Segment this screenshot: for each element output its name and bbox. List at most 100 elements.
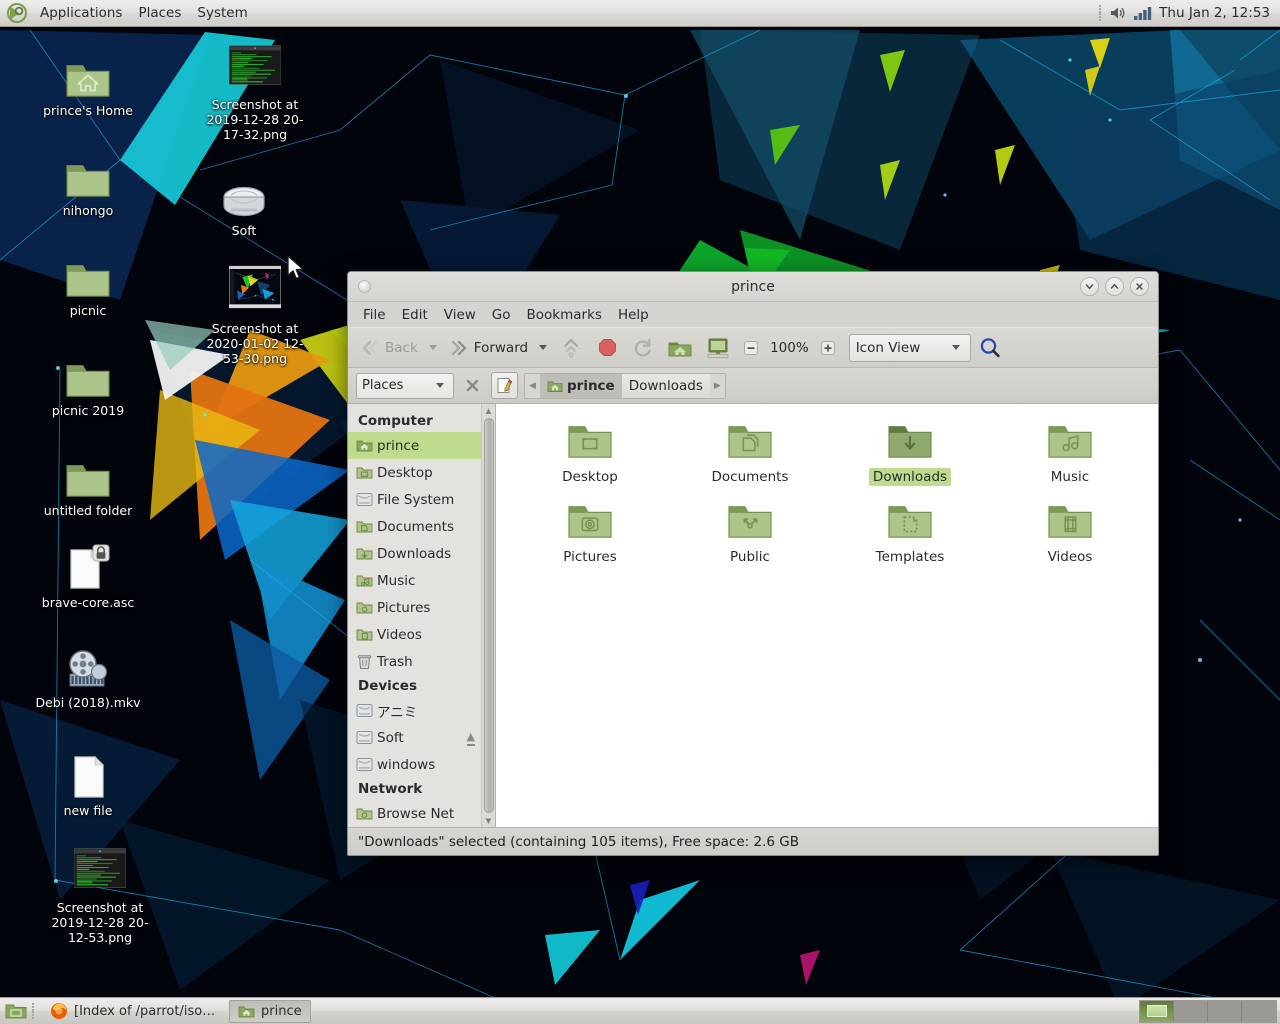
up-arrow-icon[interactable] (553, 333, 589, 363)
desktop-icon[interactable]: picnic 2019 (32, 348, 144, 418)
scrollbar-thumb[interactable] (483, 418, 494, 813)
file-item[interactable]: Music (990, 418, 1150, 498)
file-item[interactable]: Documents (670, 418, 830, 498)
desktop-icon[interactable]: new file (32, 748, 144, 818)
places-select[interactable]: Places (356, 372, 454, 399)
file-item[interactable]: Desktop (510, 418, 670, 498)
location-bar[interactable]: Places ◀ prince Downloads ▶ (348, 368, 1158, 404)
desktop-icon[interactable]: prince's Home (32, 48, 144, 118)
desktop-icon[interactable]: brave-core.asc (32, 540, 144, 610)
workspace[interactable] (1140, 1000, 1174, 1022)
sidebar-item-windows[interactable]: windows (348, 751, 481, 778)
home-icon[interactable] (662, 333, 698, 363)
window-menu-button[interactable] (358, 280, 371, 293)
workspace[interactable] (1174, 1000, 1208, 1022)
menu-bookmarks[interactable]: Bookmarks (520, 305, 609, 325)
desktop-icon[interactable]: picnic (32, 248, 144, 318)
workspace-switcher[interactable] (1139, 999, 1277, 1023)
taskbar-button[interactable]: prince (229, 999, 311, 1023)
file-view[interactable]: Desktop Documents Downloads Music Pictur… (496, 404, 1158, 827)
file-item[interactable]: Pictures (510, 498, 670, 578)
menu-edit[interactable]: Edit (395, 305, 435, 325)
desktop-icon[interactable]: Screenshot at 2019-12-28 20-12-53.png (44, 845, 156, 945)
sidebar-item-file-system[interactable]: File System (348, 486, 481, 513)
clock[interactable]: Thu Jan 2, 12:53 (1159, 5, 1270, 21)
file-item[interactable]: Public (670, 498, 830, 578)
menu-file[interactable]: File (356, 305, 393, 325)
workspace[interactable] (1208, 1000, 1242, 1022)
close-sidebar-button[interactable] (460, 373, 485, 399)
sidebar-item-prince[interactable]: prince (348, 432, 481, 459)
parrot-logo-icon[interactable] (4, 2, 30, 24)
toolbar[interactable]: Back Forward 100% Icon View (348, 327, 1158, 368)
task-list[interactable]: [Index of /parrot/iso/4.... prince (40, 999, 311, 1023)
desktop-icon[interactable]: Debi (2018).mkv (32, 640, 144, 710)
workspace[interactable] (1242, 1001, 1276, 1022)
minimize-button[interactable] (1080, 277, 1099, 296)
maximize-button[interactable] (1105, 277, 1124, 296)
menu-view[interactable]: View (437, 305, 483, 325)
sidebar-item-pictures[interactable]: Pictures (348, 594, 481, 621)
close-button[interactable] (1130, 277, 1149, 296)
desktop-icon-label: Debi (2018).mkv (35, 695, 141, 710)
sidebar[interactable]: Computer prince Desktop File System Docu… (348, 404, 496, 827)
file-item[interactable]: Downloads (830, 418, 990, 498)
desktop[interactable]: Applications Places System Thu Jan 2, 12… (0, 0, 1280, 1024)
sidebar-item-videos[interactable]: Videos (348, 621, 481, 648)
desktop-icon[interactable]: Screenshot at 2019-12-28 20-17-32.png (199, 42, 311, 142)
menu-applications[interactable]: Applications (33, 2, 129, 24)
breadcrumb-next-arrow[interactable]: ▶ (709, 373, 725, 398)
network-signal-icon[interactable] (1133, 5, 1153, 21)
menu-help[interactable]: Help (611, 305, 656, 325)
forward-history-caret[interactable] (539, 345, 548, 350)
back-button[interactable]: Back (354, 333, 423, 363)
volume-icon[interactable] (1109, 5, 1127, 21)
taskbar-button[interactable]: [Index of /parrot/iso/4.... (42, 1000, 227, 1023)
sidebar-item-documents[interactable]: Documents (348, 513, 481, 540)
network-folder-icon (356, 806, 373, 821)
computer-icon[interactable] (700, 333, 736, 363)
eject-icon[interactable]: ▲ (466, 730, 475, 746)
reload-icon[interactable] (626, 333, 660, 363)
sidebar-item-music[interactable]: Music (348, 567, 481, 594)
sidebar-item-trash[interactable]: Trash (348, 648, 481, 675)
edit-location-icon[interactable] (491, 372, 518, 399)
top-panel[interactable]: Applications Places System Thu Jan 2, 12… (0, 0, 1280, 27)
desktop-icon[interactable]: untitled folder (32, 448, 144, 518)
panel-tray[interactable]: Thu Jan 2, 12:53 (1099, 5, 1280, 21)
menu-system[interactable]: System (190, 2, 254, 24)
stop-icon[interactable] (591, 333, 624, 363)
zoom-out-icon[interactable] (738, 333, 764, 363)
window-titlebar[interactable]: prince (348, 272, 1158, 302)
icon-grid[interactable]: Desktop Documents Downloads Music Pictur… (496, 404, 1158, 578)
desktop-icon[interactable]: Screenshot at 2020-01-02 12-53-30.png (199, 265, 311, 366)
file-manager-window[interactable]: prince File Edit View Go Bookmarks Help (347, 271, 1159, 856)
menu-places[interactable]: Places (131, 2, 188, 24)
desktop-icon[interactable]: nihongo (32, 148, 144, 218)
taskbar[interactable]: [Index of /parrot/iso/4.... prince (0, 997, 1280, 1024)
breadcrumb-item-prince[interactable]: prince (540, 373, 622, 398)
sidebar-item-soft[interactable]: Soft ▲ (348, 724, 481, 751)
scroll-up-arrow[interactable]: ▲ (482, 404, 496, 417)
forward-button[interactable]: Forward (443, 333, 533, 363)
breadcrumb-prev-arrow[interactable]: ◀ (525, 373, 540, 398)
sidebar-list[interactable]: Computer prince Desktop File System Docu… (348, 404, 481, 827)
sidebar-item-アニミ[interactable]: アニミ (348, 697, 481, 724)
back-history-caret[interactable] (428, 345, 437, 350)
desktop-icon[interactable]: Soft (188, 168, 300, 238)
sidebar-item-browse-net[interactable]: Browse Net (348, 800, 481, 827)
show-desktop-icon[interactable] (3, 998, 28, 1024)
menubar[interactable]: File Edit View Go Bookmarks Help (348, 302, 1158, 327)
zoom-in-icon[interactable] (815, 333, 841, 363)
scroll-down-arrow[interactable]: ▼ (482, 814, 496, 827)
view-mode-select[interactable]: Icon View (848, 333, 971, 362)
breadcrumb[interactable]: ◀ prince Downloads ▶ (524, 372, 726, 399)
file-item[interactable]: Videos (990, 498, 1150, 578)
file-item[interactable]: Templates (830, 498, 990, 578)
search-icon[interactable] (973, 333, 1007, 363)
menu-go[interactable]: Go (485, 305, 518, 325)
breadcrumb-item-downloads[interactable]: Downloads (622, 374, 710, 398)
sidebar-item-desktop[interactable]: Desktop (348, 459, 481, 486)
sidebar-item-downloads[interactable]: Downloads (348, 540, 481, 567)
sidebar-scrollbar[interactable]: ▲ ▼ (481, 404, 495, 827)
